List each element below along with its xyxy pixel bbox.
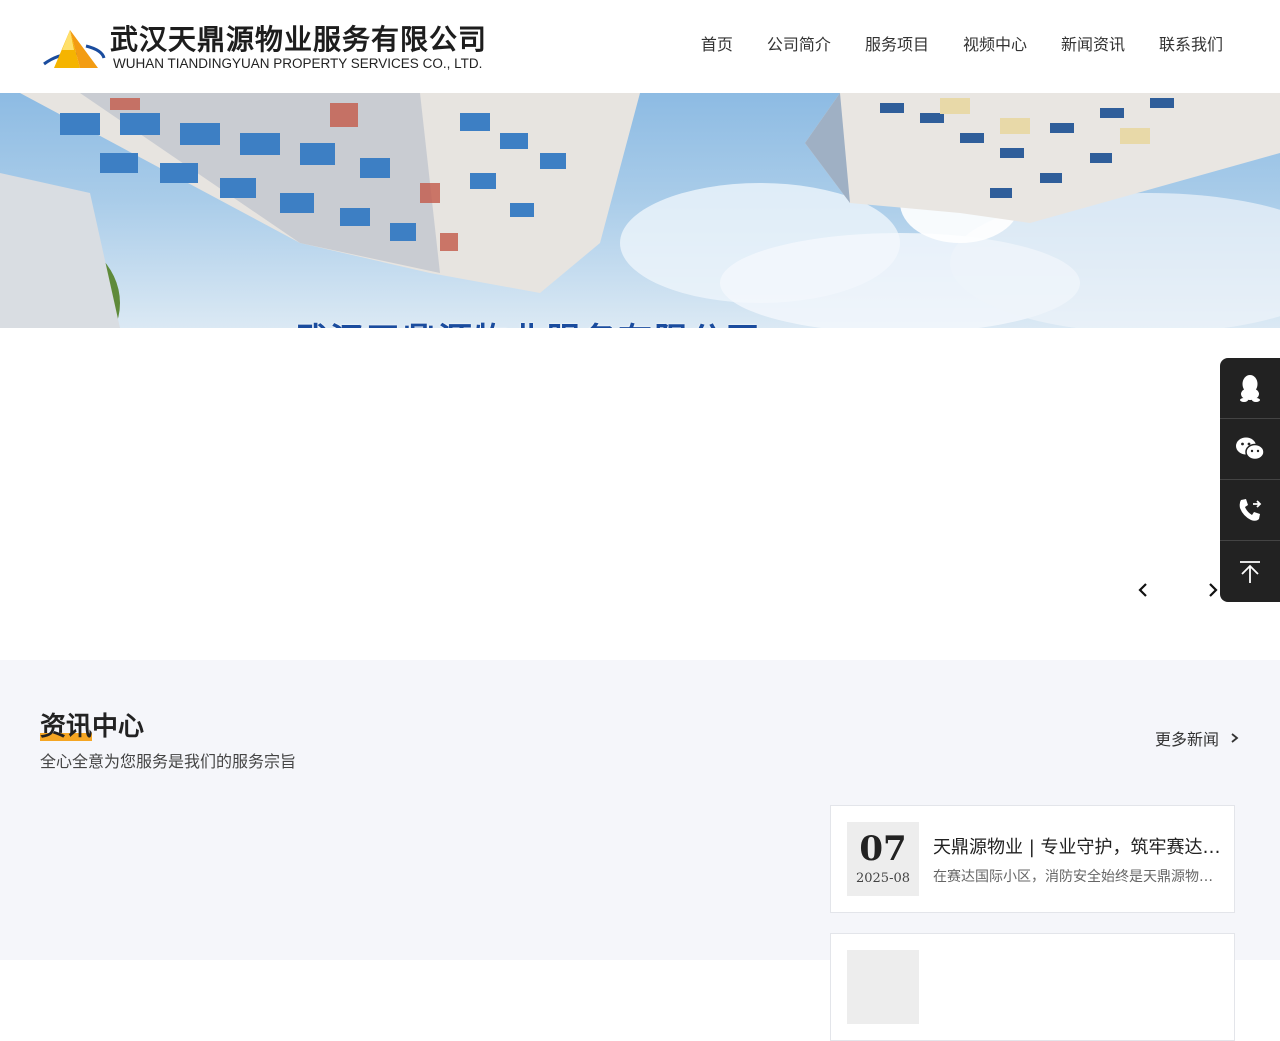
- main-nav: 首页 公司简介 服务项目 视频中心 新闻资讯 联系我们: [684, 33, 1240, 57]
- nav-services[interactable]: 服务项目: [848, 33, 946, 57]
- company-name-en: WUHAN TIANDINGYUAN PROPERTY SERVICES CO.…: [113, 56, 483, 71]
- carousel-prev-button[interactable]: [1133, 580, 1153, 600]
- company-name-cn: 武汉天鼎源物业服务有限公司: [110, 23, 488, 56]
- hero-banner: 武汉天鼎源物业服务有限公司: [0, 93, 1280, 328]
- nav-home[interactable]: 首页: [684, 33, 750, 57]
- building-skyline-image: [0, 93, 1280, 328]
- news-card[interactable]: 07 2025-08 天鼎源物业 | 专业守护，筑牢赛达国际消防安全防线 在赛达…: [830, 805, 1235, 913]
- chevron-right-icon: [1231, 733, 1239, 743]
- news-summary: 在赛达国际小区，消防安全始终是天鼎源物业工作的重中之重: [933, 869, 1223, 885]
- nav-news[interactable]: 新闻资讯: [1044, 33, 1142, 57]
- section-subtitle: 全心全意为您服务是我们的服务宗旨: [40, 752, 297, 771]
- phone-button[interactable]: [1220, 480, 1280, 541]
- news-title[interactable]: 天鼎源物业 | 专业守护，筑牢赛达国际消防安全防线: [933, 833, 1223, 859]
- wechat-button[interactable]: [1220, 419, 1280, 480]
- carousel-area: [0, 328, 1280, 660]
- logo-triangle-icon: [43, 30, 106, 68]
- qq-icon: [1240, 375, 1260, 402]
- back-to-top-button[interactable]: [1220, 541, 1280, 602]
- section-title-rest: 中心: [92, 712, 145, 742]
- news-day: 07: [859, 829, 907, 869]
- news-date: 07 2025-08: [847, 822, 919, 896]
- phone-icon: [1239, 499, 1262, 521]
- more-news-label: 更多新闻: [1155, 730, 1220, 749]
- nav-contact[interactable]: 联系我们: [1142, 33, 1240, 57]
- banner-title: 武汉天鼎源物业服务有限公司: [294, 313, 762, 328]
- qq-button[interactable]: [1220, 358, 1280, 419]
- news-card[interactable]: [830, 933, 1235, 1041]
- wechat-icon: [1236, 437, 1265, 461]
- site-header: 武汉天鼎源物业服务有限公司 WUHAN TIANDINGYUAN PROPERT…: [0, 0, 1280, 93]
- section-title-highlight: 资讯: [40, 712, 93, 742]
- more-news-link[interactable]: 更多新闻: [1155, 726, 1241, 750]
- nav-about[interactable]: 公司简介: [750, 33, 848, 57]
- section-title: 资讯中心: [40, 706, 144, 743]
- company-logo[interactable]: 武汉天鼎源物业服务有限公司 WUHAN TIANDINGYUAN PROPERT…: [40, 18, 500, 78]
- news-section: 资讯中心 全心全意为您服务是我们的服务宗旨 更多新闻 07 2025-08 天鼎…: [0, 660, 1280, 1041]
- back-to-top-icon: [1240, 560, 1260, 583]
- nav-video[interactable]: 视频中心: [946, 33, 1044, 57]
- news-date: [847, 950, 919, 1024]
- chevron-left-icon: [1138, 583, 1147, 597]
- news-year-month: 2025-08: [855, 871, 911, 886]
- floating-contact-bar: [1220, 358, 1280, 602]
